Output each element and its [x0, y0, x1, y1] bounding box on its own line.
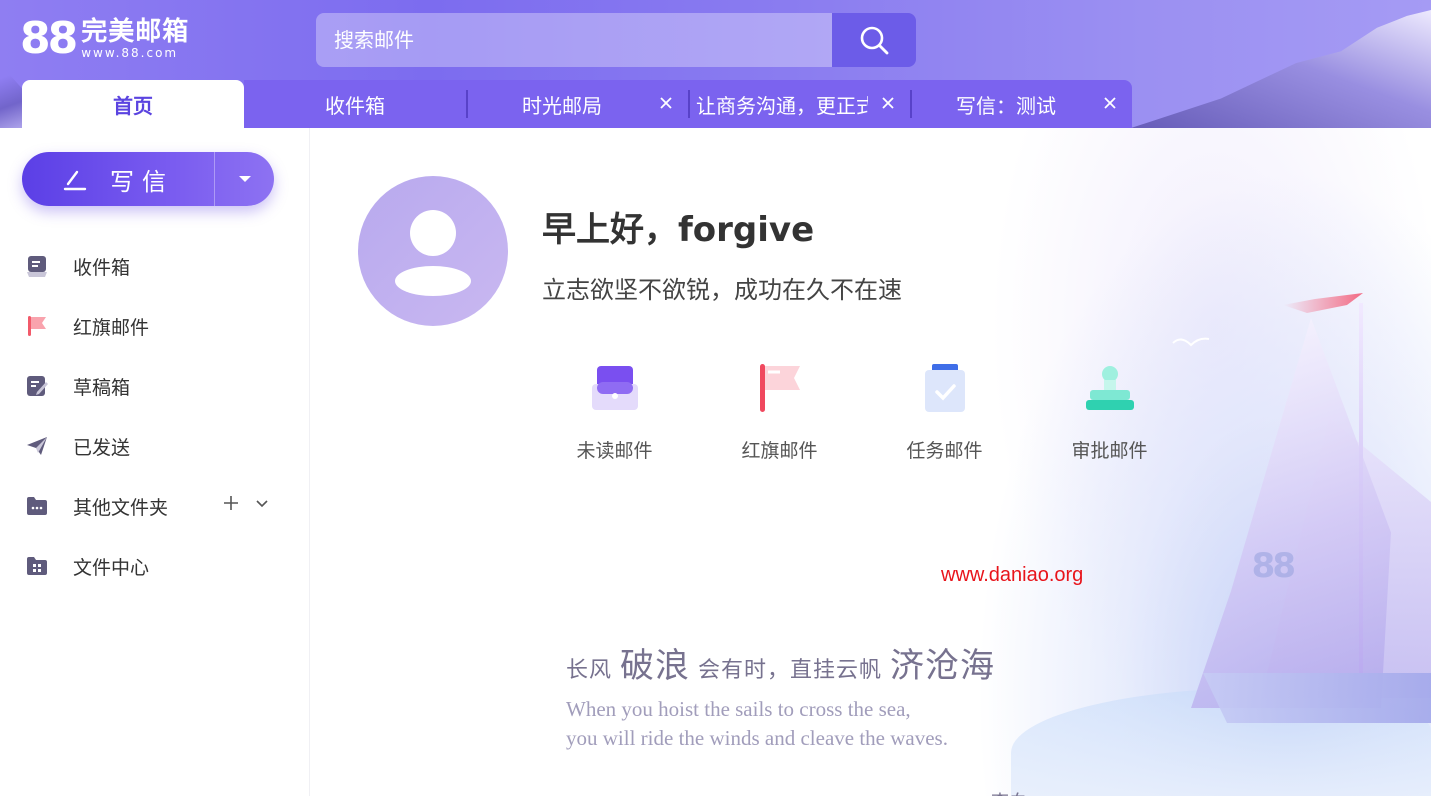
chevron-down-icon[interactable]	[254, 495, 270, 511]
bird-icon	[1171, 333, 1211, 358]
logo-subtitle: www.88.com	[81, 46, 179, 60]
sidebar-item-label: 已发送	[73, 436, 131, 459]
sidebar-item-label: 红旗邮件	[73, 316, 150, 339]
caret-down-icon	[238, 176, 251, 182]
compose-button-group: 写信	[22, 152, 274, 206]
poem-author: 李白	[991, 788, 1027, 796]
sidebar-item-sent[interactable]: 已发送	[0, 416, 310, 476]
avatar[interactable]	[358, 176, 508, 326]
sidebar-item-drafts[interactable]: 草稿箱	[0, 356, 310, 416]
logo-number: 88	[20, 13, 78, 64]
tab-separator	[910, 90, 912, 118]
tab-business[interactable]: 让商务沟通，更正式	[688, 80, 910, 128]
folder-nav: 收件箱 红旗邮件 草稿箱 已发送 其他文件夹 文件中心	[0, 236, 310, 596]
search-bar	[316, 13, 916, 67]
boat-hull-decoration	[1203, 673, 1431, 723]
approval-mail-icon	[1082, 360, 1138, 416]
sidebar-item-red-flag[interactable]: 红旗邮件	[0, 296, 310, 356]
app-logo[interactable]: 88 完美邮箱 www.88.com	[20, 12, 189, 66]
draft-icon	[24, 373, 50, 399]
inbox-icon	[24, 253, 50, 279]
tab-label: 时光邮局	[522, 93, 602, 118]
search-button[interactable]	[832, 13, 916, 67]
greeting-title: 早上好，forgive	[542, 210, 815, 250]
unread-mail-icon	[587, 360, 643, 416]
sidebar-item-label: 草稿箱	[73, 376, 131, 399]
poem-english-line: you will ride the winds and cleave the w…	[566, 726, 948, 750]
quick-link-approval[interactable]: 审批邮件	[1027, 360, 1192, 463]
tab-time-post[interactable]: 时光邮局	[466, 80, 688, 128]
greeting-motto: 立志欲坚不欲锐，成功在久不在速	[542, 276, 902, 304]
quick-link-label: 未读邮件	[576, 440, 653, 462]
watermark-text: www.daniao.org	[941, 564, 1084, 586]
user-icon	[395, 210, 471, 296]
top-header: 88 完美邮箱 www.88.com 首页 收件箱 时光邮局	[0, 0, 1431, 128]
poem-block: 长风 破浪 会有时，直挂云帆 济沧海 When you hoist the sa…	[566, 638, 995, 753]
sail-logo-mark: 88	[1251, 546, 1296, 586]
poem-part-emphasis: 济沧海	[890, 646, 996, 686]
search-icon	[860, 26, 889, 55]
tab-bar: 首页 收件箱 时光邮局 让商务沟通，更正式 写信：测试	[22, 80, 1132, 128]
add-folder-icon[interactable]	[222, 494, 240, 512]
folder-icon	[24, 493, 50, 519]
pen-icon	[63, 170, 87, 191]
red-flag-icon	[24, 313, 50, 339]
tab-label: 写信：测试	[956, 93, 1056, 118]
quick-link-label: 红旗邮件	[741, 440, 818, 462]
header-mountain-decoration-right	[1131, 10, 1431, 128]
tab-inbox[interactable]: 收件箱	[244, 80, 466, 128]
close-icon[interactable]	[878, 93, 898, 113]
tab-label: 首页	[113, 93, 153, 118]
poem-part: 长风	[566, 658, 613, 683]
send-icon	[24, 433, 50, 459]
close-icon[interactable]	[656, 93, 676, 113]
mast-decoration	[1359, 303, 1363, 703]
tab-separator	[466, 90, 468, 118]
sidebar-item-file-center[interactable]: 文件中心	[0, 536, 310, 596]
tab-compose-test[interactable]: 写信：测试	[910, 80, 1132, 128]
tab-label: 收件箱	[325, 93, 385, 118]
task-mail-icon	[917, 360, 973, 416]
tab-home[interactable]: 首页	[22, 80, 244, 128]
search-input[interactable]	[316, 13, 832, 67]
tab-label: 让商务沟通，更正式	[696, 93, 868, 118]
quick-link-flagged[interactable]: 红旗邮件	[697, 360, 862, 463]
compose-label: 写信	[110, 167, 174, 196]
file-center-icon	[24, 553, 50, 579]
poem-chinese: 长风 破浪 会有时，直挂云帆 济沧海	[566, 638, 995, 687]
quick-link-unread[interactable]: 未读邮件	[532, 360, 697, 463]
close-icon[interactable]	[1100, 93, 1120, 113]
folder-actions	[222, 494, 270, 512]
quick-link-label: 任务邮件	[906, 440, 983, 462]
logo-text: 完美邮箱 www.88.com	[81, 19, 189, 59]
quick-links: 未读邮件 红旗邮件 任务邮件 审批邮件	[532, 360, 1192, 463]
tab-separator	[688, 90, 690, 118]
sidebar: 写信 收件箱 红旗邮件 草稿箱 已发送 其他文件夹 文件中心	[0, 128, 310, 796]
poem-part: 会有时，直挂云帆	[698, 658, 883, 683]
quick-link-tasks[interactable]: 任务邮件	[862, 360, 1027, 463]
quick-link-label: 审批邮件	[1071, 440, 1148, 462]
sidebar-item-other-folders[interactable]: 其他文件夹	[0, 476, 310, 536]
flag-mail-icon	[752, 360, 808, 416]
poem-part-emphasis: 破浪	[620, 646, 691, 686]
sidebar-item-inbox[interactable]: 收件箱	[0, 236, 310, 296]
poem-english-line: When you hoist the sails to cross the se…	[566, 697, 911, 721]
sidebar-item-label: 文件中心	[73, 556, 150, 579]
sidebar-item-label: 其他文件夹	[73, 496, 169, 519]
poem-english: When you hoist the sails to cross the se…	[566, 695, 995, 753]
main-content: 88 早上好，forgive 立志欲坚不欲锐，成功在久不在速 未读邮件 红旗邮件…	[311, 128, 1431, 796]
compose-button[interactable]: 写信	[22, 152, 214, 206]
logo-title: 完美邮箱	[81, 17, 190, 47]
compose-dropdown-button[interactable]	[215, 152, 274, 206]
sidebar-item-label: 收件箱	[73, 256, 131, 279]
